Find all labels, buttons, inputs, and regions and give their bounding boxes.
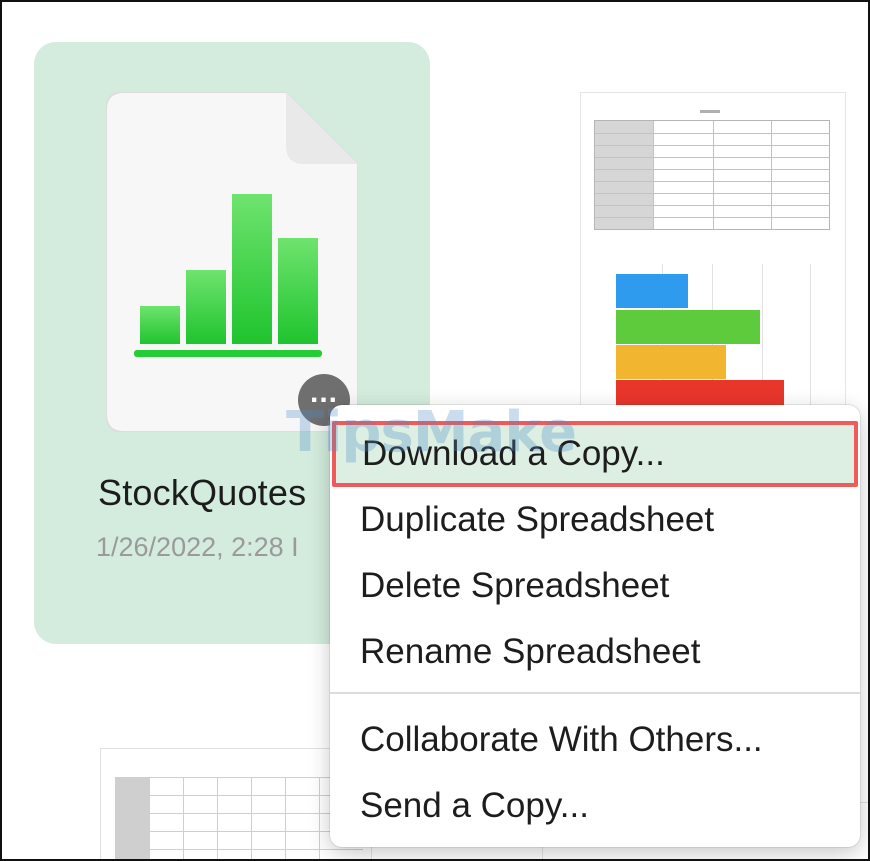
window-frame: ... StockQuotes 1/26/2022, 2:28 I Downlo… (0, 0, 870, 861)
file-name-label: StockQuotes (98, 472, 307, 513)
menu-item-collaborate[interactable]: Collaborate With Others... (330, 707, 860, 773)
thumbnail-bar-blue (616, 274, 688, 308)
thumbnail-bar-green (616, 310, 760, 344)
menu-item-send-copy[interactable]: Send a Copy... (330, 773, 860, 839)
menu-item-rename-spreadsheet[interactable]: Rename Spreadsheet (330, 619, 860, 685)
thumbnail-bar-orange (616, 345, 726, 379)
menu-item-download-copy[interactable]: Download a Copy... (332, 421, 858, 487)
context-menu: Download a Copy... Duplicate Spreadsheet… (330, 405, 860, 847)
menu-separator (330, 692, 860, 694)
file-date-label: 1/26/2022, 2:28 I (96, 532, 299, 562)
thumbnail-table (594, 120, 830, 230)
thumbnail-title-mark (700, 110, 720, 113)
menu-item-delete-spreadsheet[interactable]: Delete Spreadsheet (330, 553, 860, 619)
menu-item-duplicate-spreadsheet[interactable]: Duplicate Spreadsheet (330, 487, 860, 553)
